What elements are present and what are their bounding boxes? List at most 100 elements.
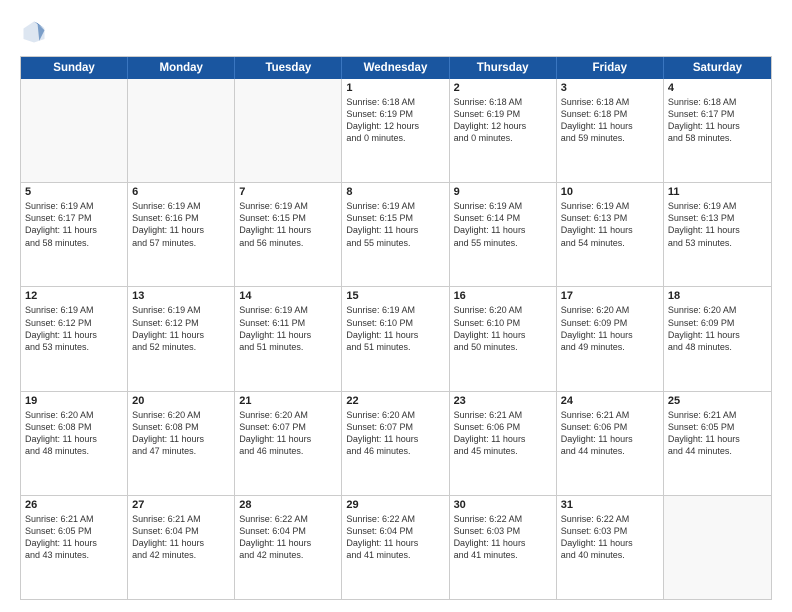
cell-day-number: 26 xyxy=(25,499,123,511)
cell-day-number: 3 xyxy=(561,82,659,94)
calendar-cell-20: 20 Sunrise: 6:20 AM Sunset: 6:08 PM Dayli… xyxy=(128,392,235,495)
cell-day-number: 31 xyxy=(561,499,659,511)
calendar-cell-14: 14 Sunrise: 6:19 AM Sunset: 6:11 PM Dayli… xyxy=(235,287,342,390)
calendar-header-cell: Sunday xyxy=(21,57,128,79)
calendar-week-4: 19 Sunrise: 6:20 AM Sunset: 6:08 PM Dayli… xyxy=(21,392,771,496)
calendar-header-cell: Wednesday xyxy=(342,57,449,79)
calendar-cell-29: 29 Sunrise: 6:22 AM Sunset: 6:04 PM Dayli… xyxy=(342,496,449,599)
calendar-week-1: 1 Sunrise: 6:18 AM Sunset: 6:19 PM Daylig… xyxy=(21,79,771,183)
cell-day-number: 27 xyxy=(132,499,230,511)
cell-day-number: 1 xyxy=(346,82,444,94)
calendar-cell-4: 4 Sunrise: 6:18 AM Sunset: 6:17 PM Daylig… xyxy=(664,79,771,182)
cell-info-text: Sunrise: 6:20 AM Sunset: 6:07 PM Dayligh… xyxy=(346,409,444,458)
cell-info-text: Sunrise: 6:21 AM Sunset: 6:06 PM Dayligh… xyxy=(454,409,552,458)
calendar-week-5: 26 Sunrise: 6:21 AM Sunset: 6:05 PM Dayli… xyxy=(21,496,771,599)
calendar-cell-25: 25Sunrise: 6:21 AM Sunset: 6:05 PM Dayli… xyxy=(664,392,771,495)
calendar-header-row: SundayMondayTuesdayWednesdayThursdayFrid… xyxy=(21,57,771,79)
cell-info-text: Sunrise: 6:22 AM Sunset: 6:04 PM Dayligh… xyxy=(346,513,444,562)
cell-day-number: 30 xyxy=(454,499,552,511)
cell-day-number: 4 xyxy=(668,82,767,94)
cell-info-text: Sunrise: 6:19 AM Sunset: 6:13 PM Dayligh… xyxy=(668,200,767,249)
cell-day-number: 28 xyxy=(239,499,337,511)
calendar-cell-31: 31 Sunrise: 6:22 AM Sunset: 6:03 PM Dayli… xyxy=(557,496,664,599)
cell-info-text: Sunrise: 6:22 AM Sunset: 6:03 PM Dayligh… xyxy=(561,513,659,562)
calendar-cell-8: 8 Sunrise: 6:19 AM Sunset: 6:15 PM Daylig… xyxy=(342,183,449,286)
calendar-week-2: 5 Sunrise: 6:19 AM Sunset: 6:17 PM Daylig… xyxy=(21,183,771,287)
calendar-cell-12: 12Sunrise: 6:19 AM Sunset: 6:12 PM Dayli… xyxy=(21,287,128,390)
calendar-cell-13: 13 Sunrise: 6:19 AM Sunset: 6:12 PM Dayli… xyxy=(128,287,235,390)
cell-info-text: Sunrise: 6:21 AM Sunset: 6:05 PM Dayligh… xyxy=(25,513,123,562)
cell-day-number: 6 xyxy=(132,186,230,198)
calendar: SundayMondayTuesdayWednesdayThursdayFrid… xyxy=(20,56,772,600)
calendar-cell-empty xyxy=(128,79,235,182)
cell-day-number: 21 xyxy=(239,395,337,407)
cell-day-number: 22 xyxy=(346,395,444,407)
calendar-cell-11: 11Sunrise: 6:19 AM Sunset: 6:13 PM Dayli… xyxy=(664,183,771,286)
calendar-cell-1: 1Sunrise: 6:18 AM Sunset: 6:19 PM Daylig… xyxy=(342,79,449,182)
cell-day-number: 25 xyxy=(668,395,767,407)
cell-day-number: 5 xyxy=(25,186,123,198)
cell-day-number: 20 xyxy=(132,395,230,407)
cell-info-text: Sunrise: 6:22 AM Sunset: 6:04 PM Dayligh… xyxy=(239,513,337,562)
cell-day-number: 23 xyxy=(454,395,552,407)
calendar-cell-empty xyxy=(664,496,771,599)
cell-day-number: 13 xyxy=(132,290,230,302)
calendar-cell-2: 2 Sunrise: 6:18 AM Sunset: 6:19 PM Daylig… xyxy=(450,79,557,182)
cell-day-number: 16 xyxy=(454,290,552,302)
calendar-cell-26: 26 Sunrise: 6:21 AM Sunset: 6:05 PM Dayli… xyxy=(21,496,128,599)
cell-info-text: Sunrise: 6:20 AM Sunset: 6:10 PM Dayligh… xyxy=(454,304,552,353)
calendar-cell-10: 10 Sunrise: 6:19 AM Sunset: 6:13 PM Dayli… xyxy=(557,183,664,286)
cell-info-text: Sunrise: 6:19 AM Sunset: 6:10 PM Dayligh… xyxy=(346,304,444,353)
calendar-cell-22: 22 Sunrise: 6:20 AM Sunset: 6:07 PM Dayli… xyxy=(342,392,449,495)
cell-day-number: 9 xyxy=(454,186,552,198)
cell-info-text: Sunrise: 6:21 AM Sunset: 6:04 PM Dayligh… xyxy=(132,513,230,562)
calendar-cell-21: 21 Sunrise: 6:20 AM Sunset: 6:07 PM Dayli… xyxy=(235,392,342,495)
cell-info-text: Sunrise: 6:19 AM Sunset: 6:13 PM Dayligh… xyxy=(561,200,659,249)
calendar-cell-30: 30 Sunrise: 6:22 AM Sunset: 6:03 PM Dayli… xyxy=(450,496,557,599)
cell-info-text: Sunrise: 6:20 AM Sunset: 6:09 PM Dayligh… xyxy=(561,304,659,353)
cell-day-number: 17 xyxy=(561,290,659,302)
cell-day-number: 7 xyxy=(239,186,337,198)
calendar-header-cell: Tuesday xyxy=(235,57,342,79)
cell-info-text: Sunrise: 6:19 AM Sunset: 6:17 PM Dayligh… xyxy=(25,200,123,249)
calendar-header-cell: Monday xyxy=(128,57,235,79)
cell-info-text: Sunrise: 6:20 AM Sunset: 6:08 PM Dayligh… xyxy=(25,409,123,458)
logo xyxy=(20,18,52,46)
cell-info-text: Sunrise: 6:19 AM Sunset: 6:15 PM Dayligh… xyxy=(239,200,337,249)
cell-info-text: Sunrise: 6:20 AM Sunset: 6:08 PM Dayligh… xyxy=(132,409,230,458)
cell-info-text: Sunrise: 6:19 AM Sunset: 6:12 PM Dayligh… xyxy=(132,304,230,353)
calendar-cell-16: 16 Sunrise: 6:20 AM Sunset: 6:10 PM Dayli… xyxy=(450,287,557,390)
cell-day-number: 10 xyxy=(561,186,659,198)
calendar-cell-empty xyxy=(21,79,128,182)
calendar-cell-15: 15Sunrise: 6:19 AM Sunset: 6:10 PM Dayli… xyxy=(342,287,449,390)
cell-info-text: Sunrise: 6:21 AM Sunset: 6:06 PM Dayligh… xyxy=(561,409,659,458)
calendar-cell-18: 18Sunrise: 6:20 AM Sunset: 6:09 PM Dayli… xyxy=(664,287,771,390)
calendar-cell-28: 28 Sunrise: 6:22 AM Sunset: 6:04 PM Dayli… xyxy=(235,496,342,599)
calendar-cell-24: 24Sunrise: 6:21 AM Sunset: 6:06 PM Dayli… xyxy=(557,392,664,495)
calendar-week-3: 12 Sunrise: 6:19 AM Sunset: 6:12 PM Dayli… xyxy=(21,287,771,391)
calendar-header-cell: Friday xyxy=(557,57,664,79)
cell-day-number: 19 xyxy=(25,395,123,407)
calendar-cell-9: 9Sunrise: 6:19 AM Sunset: 6:14 PM Daylig… xyxy=(450,183,557,286)
cell-day-number: 2 xyxy=(454,82,552,94)
cell-day-number: 8 xyxy=(346,186,444,198)
calendar-cell-5: 5 Sunrise: 6:19 AM Sunset: 6:17 PM Daylig… xyxy=(21,183,128,286)
page: SundayMondayTuesdayWednesdayThursdayFrid… xyxy=(0,0,792,612)
calendar-cell-7: 7 Sunrise: 6:19 AM Sunset: 6:15 PM Daylig… xyxy=(235,183,342,286)
cell-info-text: Sunrise: 6:18 AM Sunset: 6:18 PM Dayligh… xyxy=(561,96,659,145)
cell-info-text: Sunrise: 6:22 AM Sunset: 6:03 PM Dayligh… xyxy=(454,513,552,562)
cell-day-number: 12 xyxy=(25,290,123,302)
cell-day-number: 14 xyxy=(239,290,337,302)
calendar-cell-17: 17 Sunrise: 6:20 AM Sunset: 6:09 PM Dayli… xyxy=(557,287,664,390)
cell-info-text: Sunrise: 6:18 AM Sunset: 6:17 PM Dayligh… xyxy=(668,96,767,145)
cell-info-text: Sunrise: 6:19 AM Sunset: 6:15 PM Dayligh… xyxy=(346,200,444,249)
cell-info-text: Sunrise: 6:20 AM Sunset: 6:07 PM Dayligh… xyxy=(239,409,337,458)
calendar-cell-empty xyxy=(235,79,342,182)
cell-info-text: Sunrise: 6:19 AM Sunset: 6:11 PM Dayligh… xyxy=(239,304,337,353)
cell-info-text: Sunrise: 6:18 AM Sunset: 6:19 PM Dayligh… xyxy=(454,96,552,145)
header xyxy=(20,18,772,46)
calendar-header-cell: Saturday xyxy=(664,57,771,79)
cell-info-text: Sunrise: 6:19 AM Sunset: 6:16 PM Dayligh… xyxy=(132,200,230,249)
logo-icon xyxy=(20,18,48,46)
cell-day-number: 29 xyxy=(346,499,444,511)
